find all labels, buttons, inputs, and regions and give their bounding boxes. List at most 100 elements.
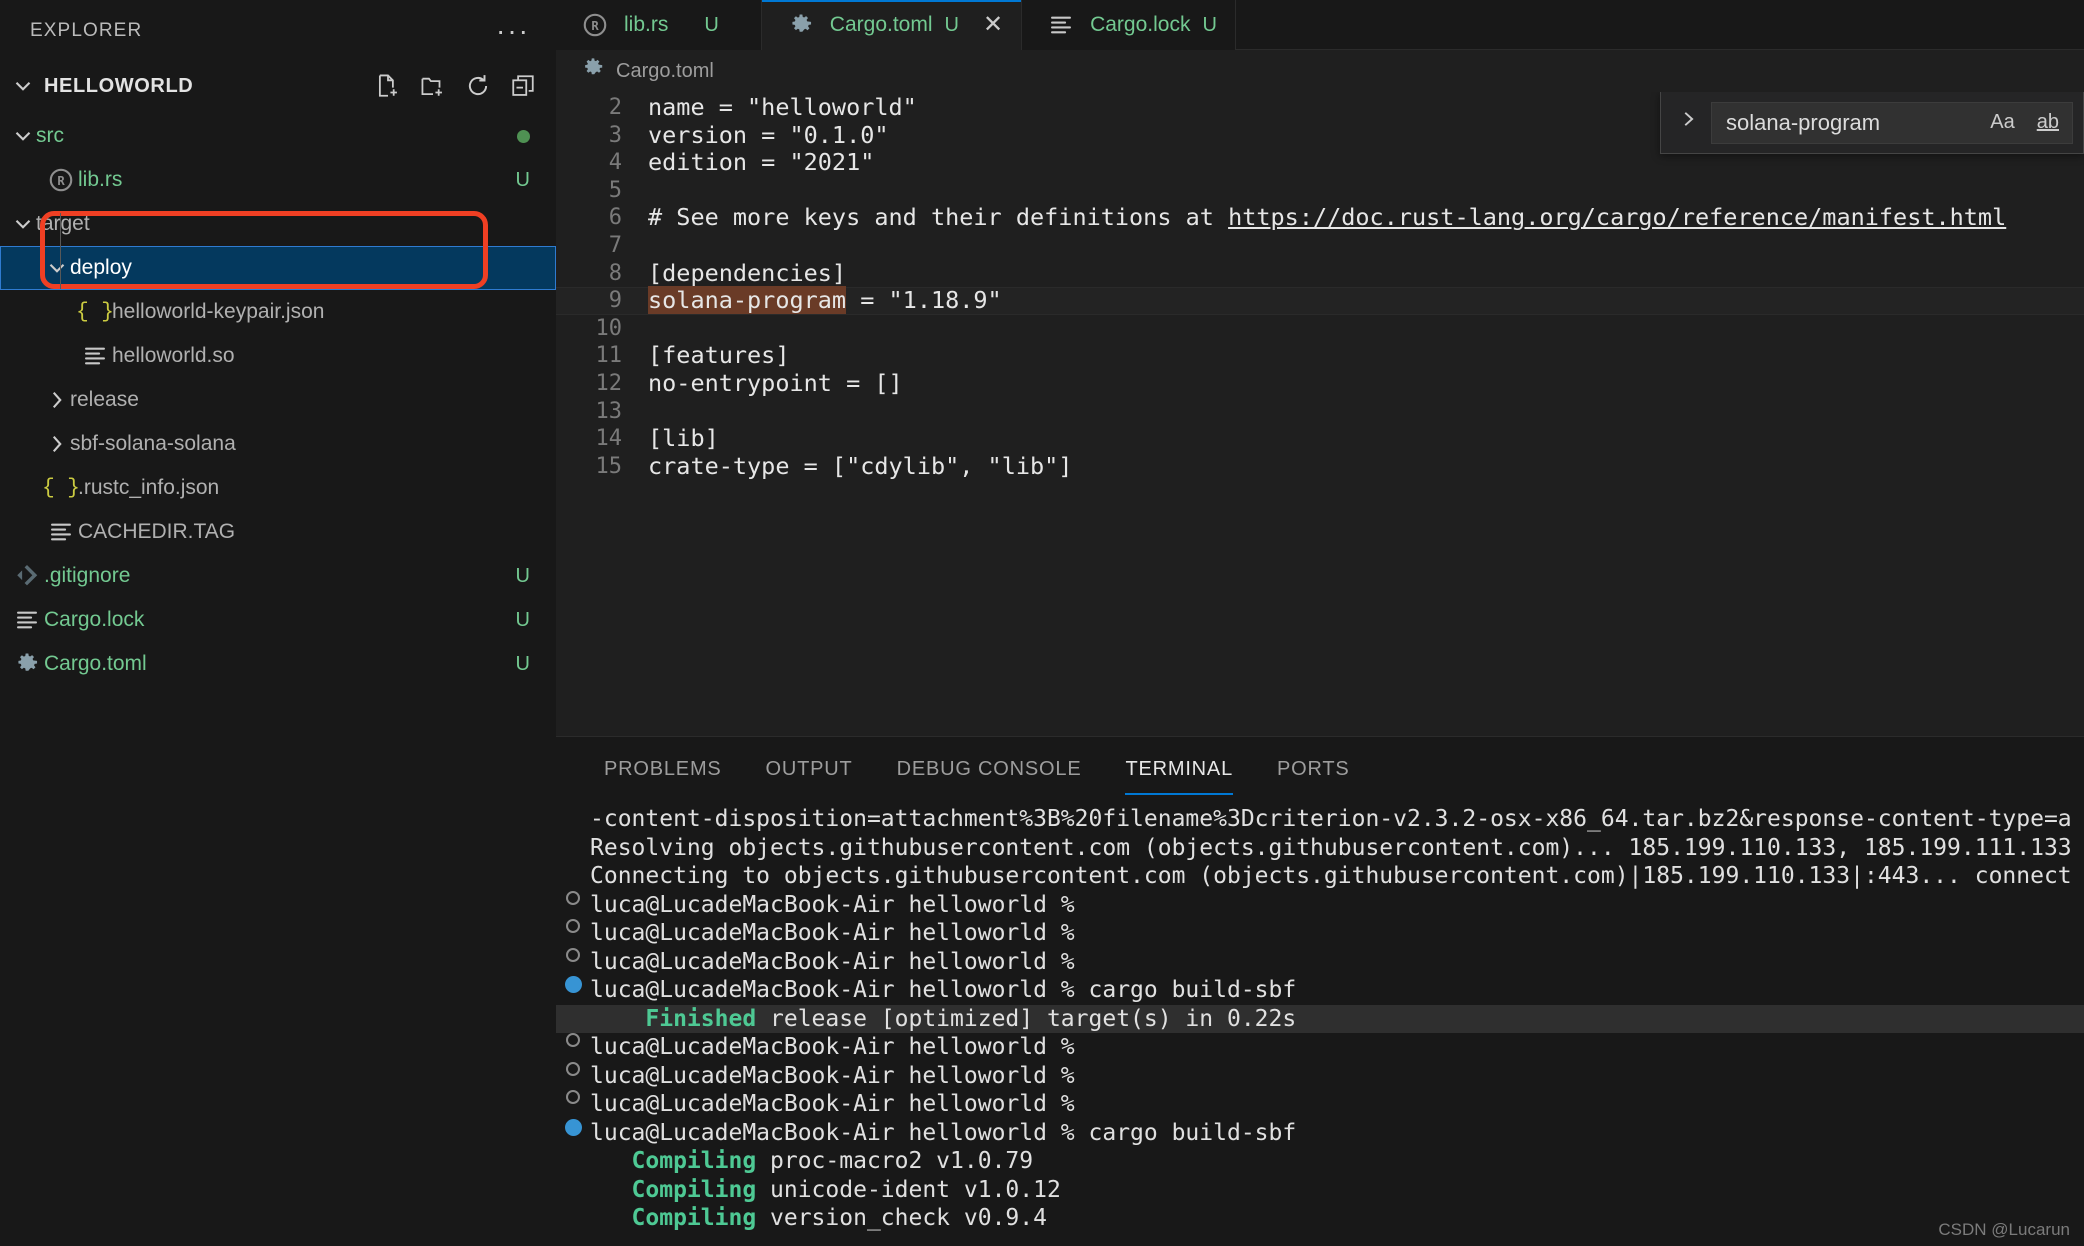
rust-icon: R	[578, 12, 612, 38]
collapse-all-icon[interactable]	[510, 73, 536, 99]
panel-tab-problems[interactable]: PROBLEMS	[582, 758, 744, 795]
tree-file-row[interactable]: .gitignoreU	[0, 554, 556, 598]
code-line[interactable]: 5	[556, 177, 2084, 205]
editor-tab[interactable]: Rlib.rsU	[556, 0, 762, 50]
find-input[interactable]: solana-program Aa ab	[1711, 102, 2073, 144]
code-text: crate-type = ["cdylib", "lib"]	[648, 453, 1072, 481]
new-file-icon[interactable]	[375, 73, 401, 99]
code-text-plain: no-entrypoint = []	[648, 369, 903, 397]
breadcrumb[interactable]: Cargo.toml	[556, 50, 2084, 92]
terminal-line-text: Resolving objects.githubusercontent.com …	[590, 834, 2072, 863]
terminal-status-word: Compiling	[590, 1177, 756, 1203]
terminal-line: Compiling version_check v0.9.4	[556, 1204, 2084, 1233]
rust-icon: R	[44, 167, 78, 193]
workspace-folder-row[interactable]: HELLOWORLD	[0, 62, 556, 110]
svg-text:R: R	[57, 174, 65, 188]
find-widget[interactable]: solana-program Aa ab	[1660, 92, 2084, 154]
tab-git-badge: U	[704, 14, 718, 37]
code-text: version = "0.1.0"	[648, 122, 889, 150]
editor-tab[interactable]: Cargo.tomlU✕	[762, 0, 1022, 50]
panel-tab-terminal[interactable]: TERMINAL	[1103, 758, 1255, 795]
close-icon[interactable]: ✕	[983, 13, 1003, 37]
terminal-line-text: Compiling proc-macro2 v1.0.79	[590, 1147, 1033, 1176]
new-folder-icon[interactable]	[420, 73, 446, 99]
code-line[interactable]: 15crate-type = ["cdylib", "lib"]	[556, 453, 2084, 481]
terminal-line-text: Compiling unicode-ident v1.0.12	[590, 1176, 1061, 1205]
workspace-name: HELLOWORLD	[44, 75, 367, 98]
terminal-output[interactable]: -content-disposition=attachment%3B%20fil…	[556, 795, 2084, 1246]
workbench-body: EXPLORER ··· HELLOWORLD	[0, 0, 2084, 1246]
code-line[interactable]: 13	[556, 398, 2084, 426]
tree-file-row[interactable]: { }.rustc_info.json	[0, 466, 556, 510]
tree-item-label: release	[70, 388, 530, 412]
chevron-right-icon[interactable]	[44, 387, 70, 413]
tree-file-row[interactable]: Rlib.rsU	[0, 158, 556, 202]
code-line[interactable]: 12no-entrypoint = []	[556, 370, 2084, 398]
more-actions-icon[interactable]: ···	[496, 26, 530, 36]
line-number: 11	[556, 342, 648, 370]
tree-folder-row[interactable]: src	[0, 114, 556, 158]
tree-folder-row[interactable]: sbf-solana-solana	[0, 422, 556, 466]
command-decoration-active-icon	[556, 976, 590, 993]
tree-item-label: src	[36, 124, 517, 148]
terminal-line-text: luca@LucadeMacBook-Air helloworld %	[590, 1062, 1075, 1091]
terminal-line-text: luca@LucadeMacBook-Air helloworld %	[590, 919, 1075, 948]
terminal-line: Connecting to objects.githubusercontent.…	[556, 862, 2084, 891]
editor-tab[interactable]: Cargo.lock U	[1022, 0, 1236, 50]
code-line[interactable]: 11[features]	[556, 342, 2084, 370]
bottom-panel: PROBLEMSOUTPUTDEBUG CONSOLETERMINALPORTS…	[556, 736, 2084, 1246]
breadcrumb-label[interactable]: Cargo.toml	[616, 60, 714, 83]
code-text-plain: edition = "2021"	[648, 148, 874, 176]
git-status-badge: U	[516, 565, 530, 588]
panel-tab-ports[interactable]: PORTS	[1255, 758, 1372, 795]
tree-file-row[interactable]: CACHEDIR.TAG	[0, 510, 556, 554]
editor-tab-bar[interactable]: Rlib.rsUCargo.tomlU✕ Cargo.lock U	[556, 0, 2084, 50]
tree-folder-row[interactable]: release	[0, 378, 556, 422]
chevron-down-icon[interactable]	[10, 123, 36, 149]
code-line[interactable]: 10	[556, 315, 2084, 343]
panel-tab-debug-console[interactable]: DEBUG CONSOLE	[875, 758, 1104, 795]
code-line[interactable]: 6# See more keys and their definitions a…	[556, 204, 2084, 232]
chevron-down-icon[interactable]	[10, 73, 36, 99]
tree-item-label: Cargo.lock	[44, 608, 508, 632]
explorer-title-row: EXPLORER ···	[0, 0, 556, 62]
tree-folder-row[interactable]: deploy	[0, 246, 556, 290]
gear-icon	[784, 13, 818, 37]
chevron-right-icon[interactable]	[1669, 108, 1711, 137]
chevron-right-icon[interactable]	[44, 431, 70, 457]
tree-item-label: sbf-solana-solana	[70, 432, 530, 456]
tree-folder-row[interactable]: target	[0, 202, 556, 246]
tree-file-row[interactable]: Cargo.tomlU	[0, 642, 556, 686]
chevron-down-icon[interactable]	[44, 255, 70, 281]
code-text: # See more keys and their definitions at…	[648, 204, 2006, 232]
chevron-down-icon[interactable]	[10, 211, 36, 237]
panel-tab-list[interactable]: PROBLEMSOUTPUTDEBUG CONSOLETERMINALPORTS	[556, 737, 2084, 795]
code-line[interactable]: 7	[556, 232, 2084, 260]
find-input-value[interactable]: solana-program	[1726, 110, 1973, 136]
terminal-line: luca@LucadeMacBook-Air helloworld % carg…	[556, 1119, 2084, 1148]
panel-tab-output[interactable]: OUTPUT	[744, 758, 875, 795]
code-editor[interactable]: 2name = "helloworld"3version = "0.1.0"4e…	[556, 92, 2084, 736]
code-text: [lib]	[648, 425, 719, 453]
tree-item-label: helloworld.so	[112, 344, 530, 368]
terminal-line-text: luca@LucadeMacBook-Air helloworld %	[590, 1033, 1075, 1062]
terminal-line: Resolving objects.githubusercontent.com …	[556, 834, 2084, 863]
tree-item-label: lib.rs	[78, 168, 508, 192]
command-decoration-icon	[556, 1033, 590, 1047]
terminal-line: Compiling proc-macro2 v1.0.79	[556, 1147, 2084, 1176]
tree-file-row[interactable]: helloworld.so	[0, 334, 556, 378]
tab-git-badge: U	[1202, 14, 1216, 37]
editor-tab-label: Cargo.lock	[1090, 13, 1190, 37]
gear-icon	[582, 57, 604, 85]
whole-word-icon[interactable]: ab	[2032, 109, 2064, 136]
tree-file-row[interactable]: Cargo.lockU	[0, 598, 556, 642]
file-tree[interactable]: srcRlib.rsUtargetdeploy{ }helloworld-key…	[0, 110, 556, 1246]
terminal-line-text: luca@LucadeMacBook-Air helloworld %	[590, 891, 1075, 920]
tree-file-row[interactable]: { }helloworld-keypair.json	[0, 290, 556, 334]
code-line[interactable]: 14[lib]	[556, 425, 2084, 453]
refresh-icon[interactable]	[465, 73, 491, 99]
match-case-icon[interactable]: Aa	[1985, 109, 2019, 136]
code-link[interactable]: https://doc.rust-lang.org/cargo/referenc…	[1228, 203, 2006, 231]
code-line[interactable]: 9solana-program = "1.18.9"	[556, 287, 2084, 315]
code-line[interactable]: 8[dependencies]	[556, 260, 2084, 288]
